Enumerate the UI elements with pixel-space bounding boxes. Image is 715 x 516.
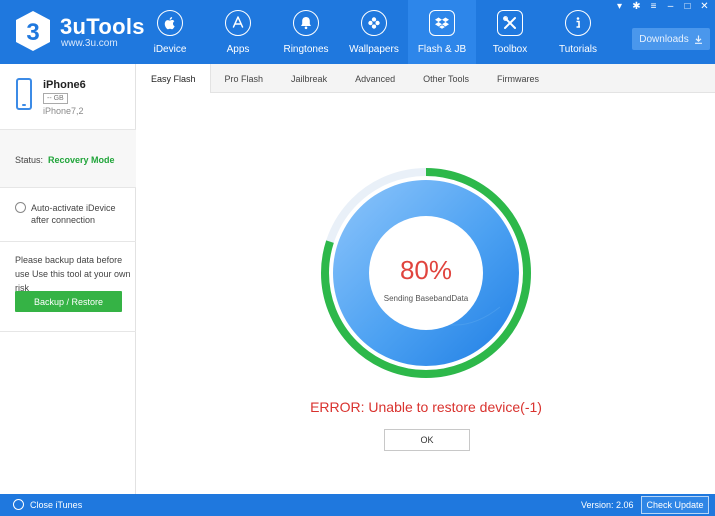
- settings-icon[interactable]: ✱: [632, 2, 641, 12]
- nav-toolbox[interactable]: Toolbox: [476, 0, 544, 64]
- device-status: Status: Recovery Mode: [0, 130, 136, 188]
- tab-pro-flash[interactable]: Pro Flash: [211, 64, 278, 93]
- nav-label: Wallpapers: [349, 44, 399, 55]
- device-capacity-badge: -- GB: [43, 93, 68, 104]
- status-label: Status:: [15, 155, 44, 165]
- app-url: www.3u.com: [61, 38, 118, 49]
- backup-section: Please backup data before use Use this t…: [0, 242, 136, 332]
- nav-label: Toolbox: [492, 44, 528, 55]
- tab-other-tools[interactable]: Other Tools: [409, 64, 483, 93]
- window-controls: ▾ ✱ ≡ – □ ✕: [615, 2, 709, 12]
- flower-icon: [361, 10, 387, 36]
- nav-wallpapers[interactable]: Wallpapers: [340, 0, 408, 64]
- progress-status-text: Sending BasebandData: [383, 294, 469, 303]
- auto-activate-label: Auto-activate iDevice after connection: [31, 203, 116, 225]
- maximize-icon[interactable]: □: [683, 2, 692, 12]
- apple-icon: [157, 10, 183, 36]
- close-icon[interactable]: ✕: [700, 2, 709, 12]
- sidebar: iPhone6 -- GB iPhone7,2 Status: Recovery…: [0, 64, 136, 494]
- close-itunes-radio[interactable]: [13, 499, 24, 510]
- auto-activate-radio[interactable]: [15, 202, 26, 213]
- progress-percent: 80%: [399, 255, 453, 285]
- title-bar: 3 3uTools www.3u.com iDevice Apps Ringto…: [0, 0, 715, 64]
- tab-firmwares[interactable]: Firmwares: [483, 64, 553, 93]
- progress-ring: 80% Sending BasebandData: [320, 167, 532, 379]
- tab-advanced[interactable]: Advanced: [341, 64, 409, 93]
- bell-icon: [293, 10, 319, 36]
- status-bar: Close iTunes Version: 2.06 Check Update: [0, 494, 715, 516]
- skin-icon[interactable]: ▾: [615, 2, 624, 12]
- tab-jailbreak[interactable]: Jailbreak: [277, 64, 341, 93]
- nav-ringtones[interactable]: Ringtones: [272, 0, 340, 64]
- backup-restore-button[interactable]: Backup / Restore: [15, 291, 122, 312]
- error-message: ERROR: Unable to restore device(-1): [310, 399, 542, 415]
- minimize-icon[interactable]: –: [666, 2, 675, 12]
- ok-button[interactable]: OK: [384, 429, 470, 451]
- backup-note: Please backup data before use Use this t…: [15, 255, 131, 293]
- device-info: iPhone6 -- GB iPhone7,2: [0, 64, 136, 130]
- main-nav: iDevice Apps Ringtones Wallpapers Flash …: [136, 0, 612, 64]
- tab-easy-flash[interactable]: Easy Flash: [137, 64, 211, 94]
- info-icon: [565, 10, 591, 36]
- nav-tutorials[interactable]: Tutorials: [544, 0, 612, 64]
- status-value: Recovery Mode: [48, 155, 115, 165]
- nav-label: Flash & JB: [417, 44, 467, 55]
- svg-text:3: 3: [26, 19, 39, 46]
- nav-label: Ringtones: [283, 44, 329, 55]
- nav-flash-jb[interactable]: Flash & JB: [408, 0, 476, 64]
- dropbox-box-icon: [429, 10, 455, 36]
- app-store-icon: [225, 10, 251, 36]
- close-itunes-label: Close iTunes: [30, 499, 83, 510]
- check-update-button[interactable]: Check Update: [641, 496, 709, 514]
- downloads-label: Downloads: [639, 33, 689, 45]
- nav-apps[interactable]: Apps: [204, 0, 272, 64]
- iphone-icon: [16, 78, 32, 110]
- app-name: 3uTools: [60, 14, 145, 39]
- auto-activate-option[interactable]: Auto-activate iDevice after connection: [0, 188, 136, 242]
- 3utools-logo-icon: 3: [16, 11, 50, 51]
- nav-label: iDevice: [153, 44, 187, 55]
- flash-tabs: Easy Flash Pro Flash Jailbreak Advanced …: [137, 64, 715, 94]
- flash-panel: 80% Sending BasebandData ERROR: Unable t…: [137, 93, 715, 494]
- nav-label: Apps: [226, 44, 250, 55]
- nav-idevice[interactable]: iDevice: [136, 0, 204, 64]
- nav-label: Tutorials: [559, 44, 597, 55]
- downloads-button[interactable]: Downloads: [632, 28, 710, 50]
- device-name: iPhone6: [43, 79, 86, 91]
- menu-icon[interactable]: ≡: [649, 2, 658, 12]
- device-model: iPhone7,2: [43, 106, 84, 116]
- download-arrow-icon: [694, 35, 702, 44]
- close-itunes-option[interactable]: Close iTunes: [13, 499, 82, 510]
- wrench-screwdriver-icon: [497, 10, 523, 36]
- version-label: Version: 2.06: [581, 500, 634, 510]
